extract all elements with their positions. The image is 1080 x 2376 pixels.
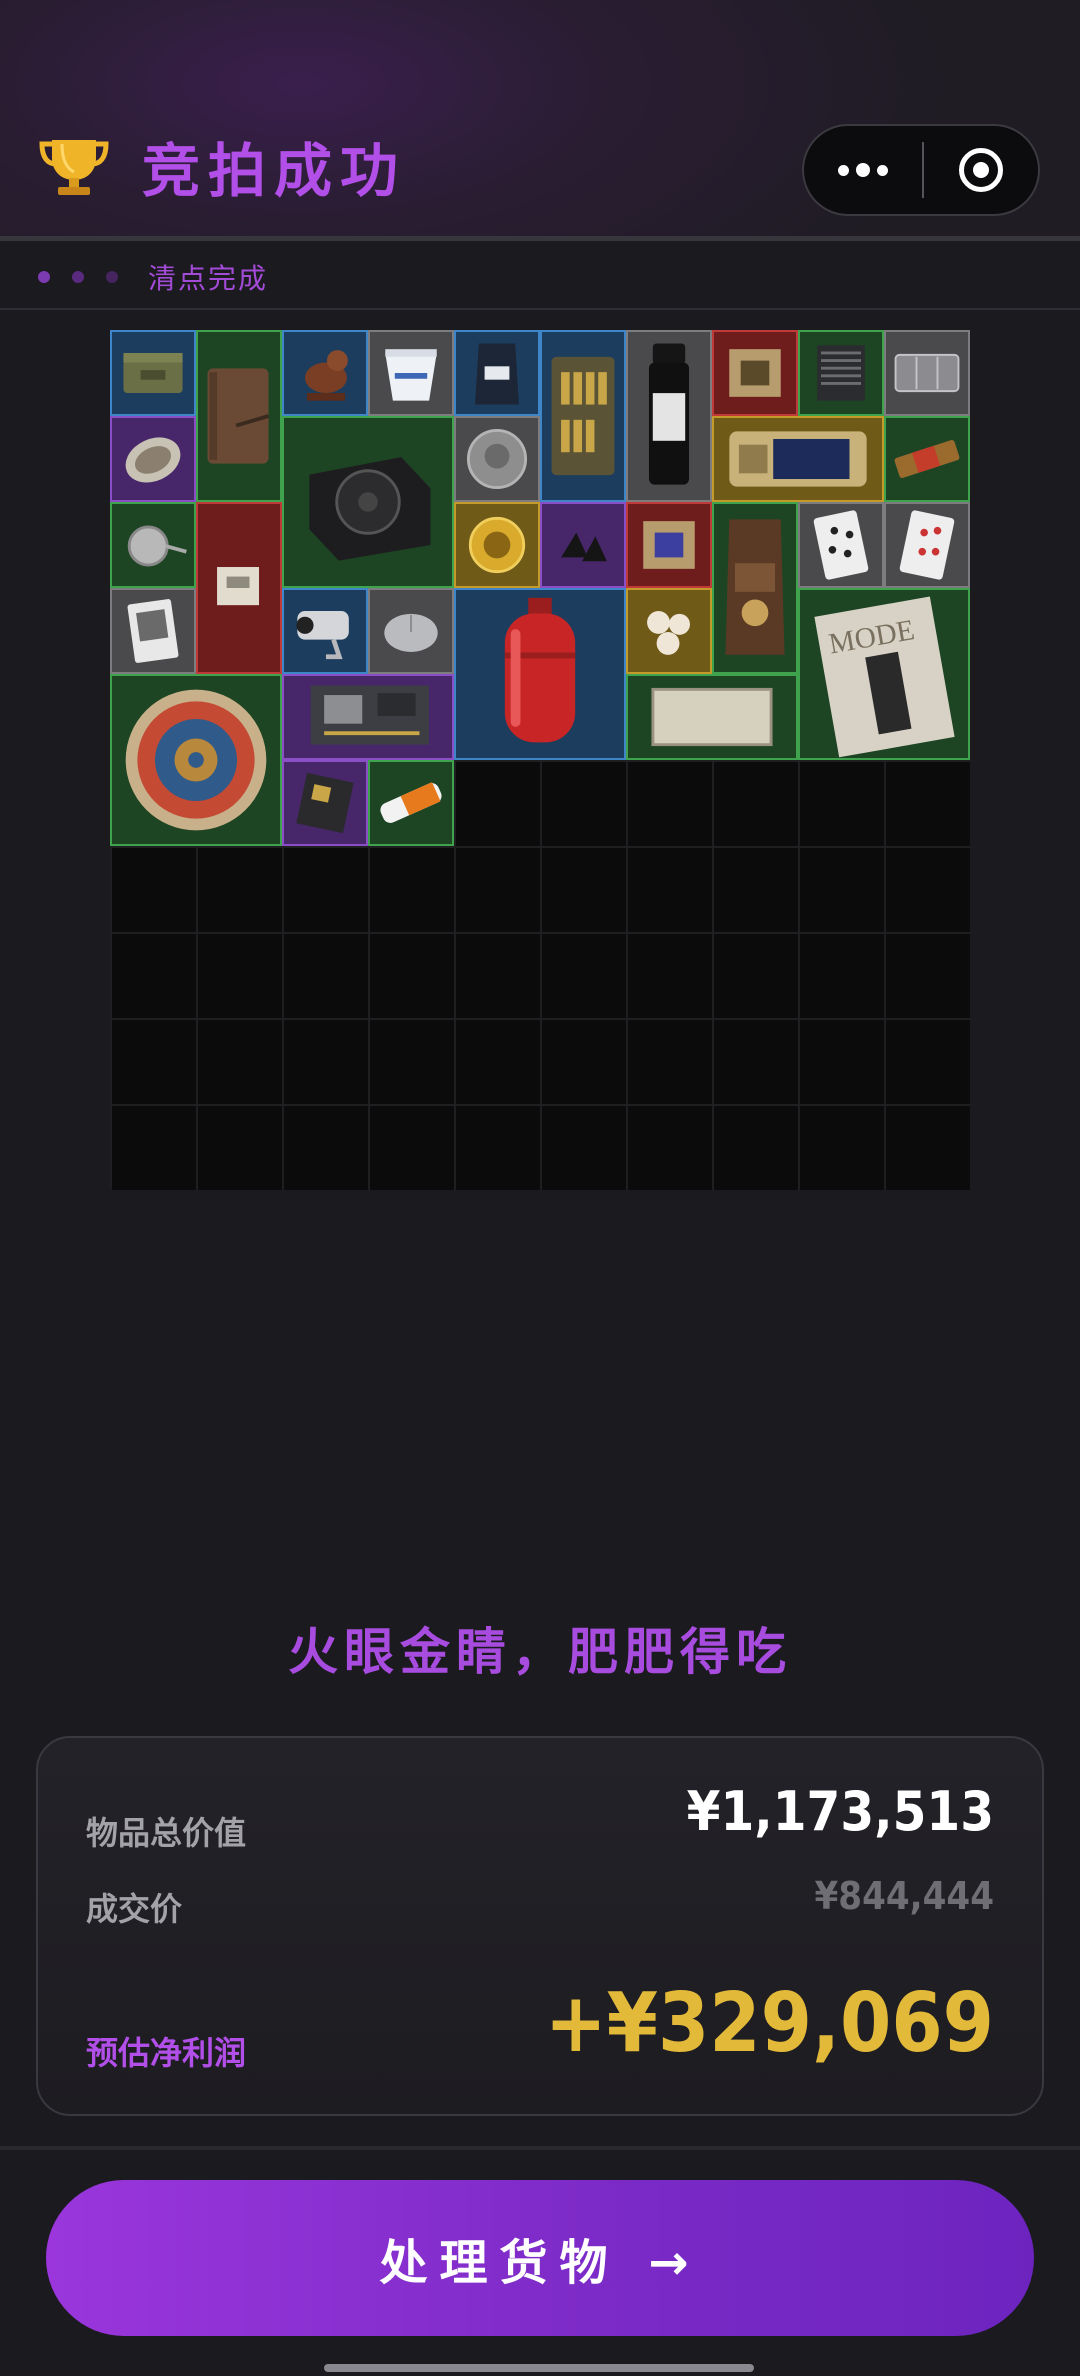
item-military-ammo-box[interactable]: [110, 330, 196, 416]
total-value: ¥1,173,513: [686, 1780, 994, 1843]
profit-label: 预估净利润: [86, 2034, 247, 2072]
item-motherboard[interactable]: [282, 674, 454, 760]
item-small-chip[interactable]: [282, 760, 368, 846]
item-plastic-organizer[interactable]: [884, 330, 970, 416]
item-binder-clips[interactable]: [540, 502, 626, 588]
footer-divider: [0, 2146, 1080, 2150]
profit-value: +¥329,069: [544, 1976, 994, 2071]
page-title: 竞拍成功: [142, 137, 407, 205]
deal-price-label: 成交价: [86, 1890, 183, 1928]
item-coffee-bag-small[interactable]: [454, 330, 540, 416]
deal-price-value: ¥844,444: [814, 1874, 995, 1918]
item-playing-card-hearts[interactable]: [884, 502, 970, 588]
item-circuit-board-chip[interactable]: [712, 330, 798, 416]
home-indicator: [324, 2364, 754, 2372]
status-divider: [0, 308, 1080, 310]
header-title-row: 竞拍成功: [38, 126, 406, 206]
process-goods-button[interactable]: 处理货物 →: [46, 2180, 1034, 2336]
item-playing-card-spades[interactable]: [798, 502, 884, 588]
item-ammo-case[interactable]: [540, 330, 626, 502]
item-electronic-module[interactable]: [712, 416, 884, 502]
mini-program-capsule: [802, 124, 1040, 216]
item-gold-medallion[interactable]: [454, 502, 540, 588]
trophy-icon: [38, 130, 110, 202]
total-value-label: 物品总价值: [86, 1814, 247, 1852]
status-text: 清点完成: [148, 262, 269, 295]
item-energy-bar[interactable]: [884, 416, 970, 502]
item-arabica-coffee-bag[interactable]: [712, 502, 798, 674]
item-cpu-cooler[interactable]: [798, 330, 884, 416]
item-old-parchment[interactable]: [626, 674, 798, 760]
progress-dot: [72, 271, 84, 283]
item-red-fabric-note[interactable]: [196, 502, 282, 674]
item-mode-magazine[interactable]: MODE: [798, 588, 970, 760]
target-close-icon[interactable]: [924, 148, 1038, 192]
item-security-camera[interactable]: [282, 588, 368, 674]
progress-dot: [106, 271, 118, 283]
item-photo-card[interactable]: [110, 588, 196, 674]
item-battery-3000mah[interactable]: [368, 760, 454, 846]
item-bronze-bird-figurine[interactable]: [282, 330, 368, 416]
inventory-grid: MODE: [110, 330, 970, 1190]
item-circuit-chip[interactable]: [626, 502, 712, 588]
status-bar: 清点完成: [38, 252, 268, 302]
item-silver-coin[interactable]: [454, 416, 540, 502]
item-medical-sample-vial[interactable]: [626, 330, 712, 502]
item-pocket-watch[interactable]: [110, 416, 196, 502]
progress-dot: [38, 271, 50, 283]
item-decorative-plate[interactable]: [110, 674, 282, 846]
item-gas-cylinder[interactable]: [454, 588, 626, 760]
item-compass-thermometer[interactable]: [110, 502, 196, 588]
item-leather-journal[interactable]: [196, 330, 282, 502]
more-dots-icon[interactable]: [804, 126, 922, 214]
item-power-supply-unit[interactable]: [282, 416, 454, 588]
item-computer-mouse[interactable]: [368, 588, 454, 674]
summary-card: 物品总价值 ¥1,173,513 成交价 ¥844,444 预估净利润 +¥32…: [36, 1736, 1044, 2116]
header-divider: [0, 236, 1080, 241]
item-yogurt-cup[interactable]: [368, 330, 454, 416]
item-pearls[interactable]: [626, 588, 712, 674]
slogan-text: 火眼金睛，肥肥得吃: [288, 1623, 792, 1681]
